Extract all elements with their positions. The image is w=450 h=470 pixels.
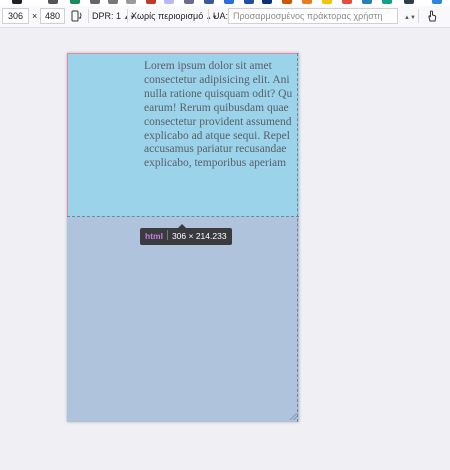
viewport-width-input[interactable]: 306 [2,8,29,24]
tab-favicon-icon[interactable] [262,0,272,4]
tooltip-dimensions: 306 × 214.233 [171,231,227,241]
tab-favicon-icon[interactable] [164,0,174,4]
tab-favicon-icon[interactable] [12,0,22,4]
highlight-guide-horizontal [67,216,299,217]
throttle-label: Χωρίς περιορισμό [131,11,204,21]
highlight-guide-vertical [297,53,298,422]
text-line: explicabo ad atque sequi. Repel [144,129,290,142]
toolbar-divider [208,9,209,23]
user-agent-input[interactable]: Προσαρμοσμένος πράκτορας χρήστη [228,8,398,24]
text-line: nulla ratione quisquam odit? Qu [144,87,293,100]
tooltip-divider [166,230,168,240]
touch-hand-icon[interactable] [425,9,439,23]
tab-favicon-icon[interactable] [322,0,332,4]
tab-favicon-icon[interactable] [70,0,80,4]
tab-favicon-icon[interactable] [184,0,194,4]
ua-label: UA: [213,11,229,21]
viewport-height-input[interactable]: 480 [40,8,65,24]
viewport-resize-grip-icon[interactable] [290,413,297,420]
tab-favicon-icon[interactable] [224,0,234,4]
dpr-label: DPR: 1 [92,11,122,21]
tab-favicon-icon[interactable] [342,0,352,4]
network-throttle-select[interactable]: Χωρίς περιορισμό ▲▼ [131,8,218,24]
text-line: accusamus pariatur recusandae [144,143,287,156]
toolbar-divider [418,9,419,23]
lorem-paragraph: Lorem ipsum dolor sit amet consectetur ad… [144,60,299,171]
text-line: Lorem ipsum dolor sit amet [144,60,272,72]
text-line: consectetur provident assumend [144,115,292,128]
tab-favicon-icon[interactable] [126,0,136,4]
responsive-design-toolbar: 306 × 480 DPR: 1 ▲▼ Χωρίς περιορισμό ▲▼ … [0,6,450,28]
dpr-select[interactable]: DPR: 1 ▲▼ [92,8,135,24]
text-line: earum! Rerum quibusdam quae [144,101,289,114]
tab-favicon-icon[interactable] [48,0,58,4]
tab-favicon-icon[interactable] [432,0,442,4]
tab-favicon-icon[interactable] [108,0,118,4]
toolbar-divider [127,9,128,23]
tab-favicon-icon[interactable] [302,0,312,4]
tab-favicon-icon[interactable] [404,0,414,4]
tab-favicon-icon[interactable] [90,0,100,4]
rotate-icon[interactable] [70,9,84,23]
text-line: consectetur adipisicing elit. Ani [144,73,290,86]
toolbar-divider [88,9,89,23]
element-info-tooltip: html 306 × 214.233 [140,224,232,245]
text-line: explicabo, temporibus aperiam [144,157,287,170]
ua-select-arrows-icon[interactable]: ▲▼ [404,8,416,24]
dimension-separator: × [32,11,38,21]
tab-favicon-icon[interactable] [204,0,214,4]
tooltip-arrow [178,224,186,228]
tab-favicon-icon[interactable] [282,0,292,4]
tab-favicon-icon[interactable] [362,0,372,4]
tab-favicon-icon[interactable] [146,0,156,4]
html-element-highlight: Lorem ipsum dolor sit amet consectetur ad… [67,53,299,217]
tooltip-tag-name: html [145,231,163,241]
tab-favicon-icon[interactable] [382,0,392,4]
tab-favicon-icon[interactable] [244,0,254,4]
